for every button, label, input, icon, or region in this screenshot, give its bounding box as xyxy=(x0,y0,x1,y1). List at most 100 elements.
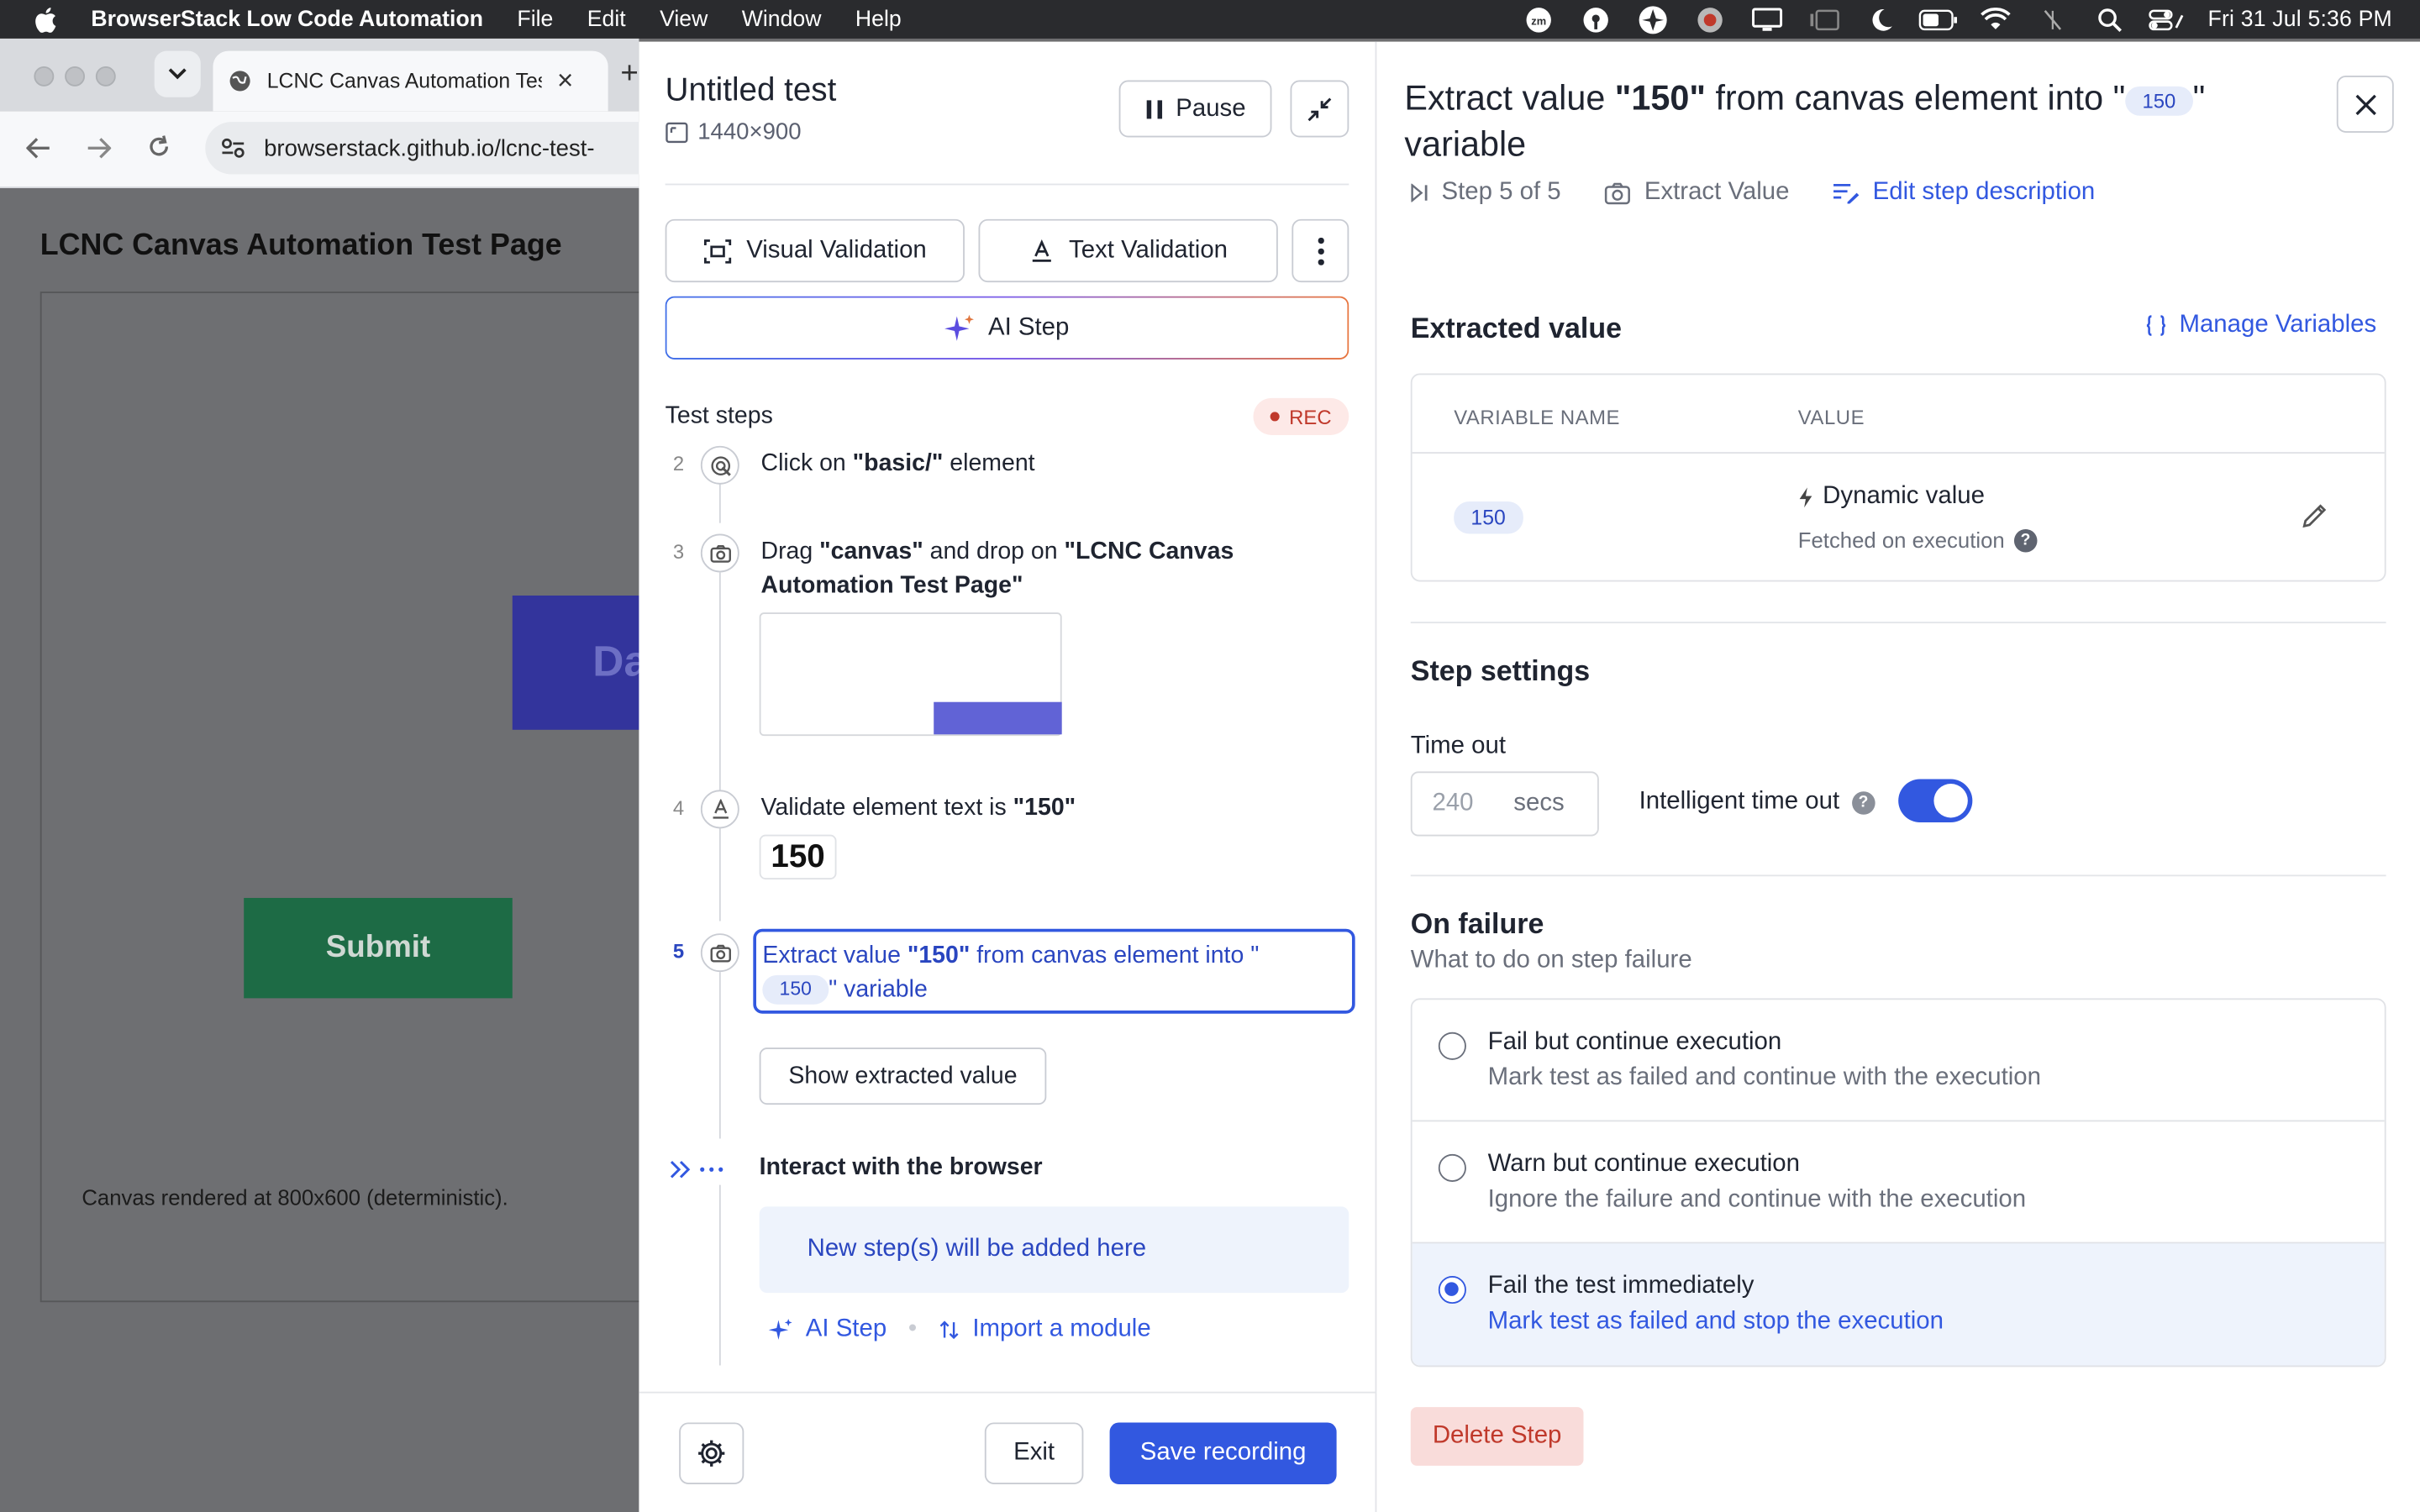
edit-variable-button[interactable] xyxy=(2302,501,2329,537)
on-failure-heading: On failure xyxy=(1410,907,1544,940)
step-type-text: Extract Value xyxy=(1644,179,1790,206)
edit-step-description-link[interactable]: Edit step description xyxy=(1833,179,2095,207)
settings-button[interactable] xyxy=(679,1422,744,1484)
title-text: from canvas element into " xyxy=(1705,78,2126,118)
page-title: LCNC Canvas Automation Test Page xyxy=(39,228,562,263)
show-extracted-value-button[interactable]: Show extracted value xyxy=(759,1047,1047,1105)
interact-heading: Interact with the browser xyxy=(759,1153,1043,1181)
variables-table: VARIABLE NAME VALUE 150 Dynamic value Fe… xyxy=(1410,373,2386,582)
spotlight-icon[interactable] xyxy=(2081,0,2139,39)
step-type: Extract Value xyxy=(1604,179,1789,207)
sparkle-icon xyxy=(944,313,975,340)
url-bar[interactable]: browserstack.github.io/lcnc-test- xyxy=(205,122,669,175)
radio-button-selected[interactable] xyxy=(1438,1275,1466,1305)
reload-icon[interactable] xyxy=(146,134,171,167)
intelligent-timeout-toggle[interactable] xyxy=(1898,779,1973,822)
display-icon[interactable] xyxy=(1739,0,1796,39)
save-recording-button[interactable]: Save recording xyxy=(1109,1422,1337,1484)
test-title[interactable]: Untitled test xyxy=(666,72,837,109)
apple-icon[interactable] xyxy=(33,5,59,33)
test-steps-heading: Test steps xyxy=(665,402,773,429)
import-module-link[interactable]: Import a module xyxy=(972,1316,1150,1344)
col-value: VALUE xyxy=(1797,406,1865,429)
menu-help[interactable]: Help xyxy=(855,7,902,31)
step-text: Click on xyxy=(760,450,853,477)
step-3[interactable]: Drag "canvas" and drop on "LCNC Canvas A… xyxy=(761,535,1302,603)
browser-tab[interactable]: LCNC Canvas Automation Test Page × xyxy=(213,50,608,112)
step-5-selected[interactable]: Extract value "150" from canvas element … xyxy=(753,928,1355,1014)
title-text: Extract value xyxy=(1404,78,1615,118)
tab-search-button[interactable] xyxy=(154,50,201,97)
forward-icon[interactable] xyxy=(87,134,112,167)
step-text: Extract value xyxy=(762,942,908,969)
zoom-icon[interactable]: zm xyxy=(1510,0,1567,39)
control-center-icon[interactable] xyxy=(2139,0,2196,39)
validated-text-preview: 150 xyxy=(759,834,837,879)
app-name[interactable]: BrowserStack Low Code Automation xyxy=(91,7,483,31)
dynamic-value: Dynamic value xyxy=(1798,483,1985,511)
step-2[interactable]: Click on "basic/" element xyxy=(761,448,1035,481)
radio-button[interactable] xyxy=(1438,1153,1466,1182)
rec-badge: REC xyxy=(1253,397,1349,435)
kebab-icon xyxy=(1317,236,1323,265)
collapse-button[interactable] xyxy=(1290,80,1349,138)
timeline-line xyxy=(718,480,721,523)
step-screenshot-thumbnail[interactable] xyxy=(759,612,1062,737)
menu-window[interactable]: Window xyxy=(742,7,822,31)
camera-icon xyxy=(700,933,739,973)
back-icon[interactable] xyxy=(25,134,50,167)
exit-button[interactable]: Exit xyxy=(984,1422,1084,1484)
window-minimize-light[interactable] xyxy=(65,66,86,87)
pause-icon xyxy=(1146,99,1162,118)
test-canvas[interactable] xyxy=(39,291,658,1303)
help-icon[interactable]: ? xyxy=(2013,528,2038,552)
stage-manager-icon[interactable] xyxy=(1796,0,1853,39)
step-number: 2 xyxy=(672,452,685,475)
wifi-icon[interactable] xyxy=(1967,0,2024,39)
step-position: Step 5 of 5 xyxy=(1411,179,1561,207)
option-fail-immediately[interactable]: Fail the test immediately Mark test as f… xyxy=(1412,1243,2385,1366)
close-details-button[interactable] xyxy=(2336,76,2394,133)
menubar-clock[interactable]: Fri 31 Jul 5:36 PM xyxy=(2208,7,2392,31)
menu-edit[interactable]: Edit xyxy=(587,7,626,31)
minimize-arrows-icon xyxy=(1307,97,1332,121)
record-icon[interactable] xyxy=(1681,0,1739,39)
step-target: "basic/" xyxy=(852,450,944,477)
radio-button[interactable] xyxy=(1438,1032,1466,1060)
site-settings-icon[interactable] xyxy=(221,137,245,159)
step-target: "150" xyxy=(907,942,971,969)
option-warn-continue[interactable]: Warn but continue execution Ignore the f… xyxy=(1412,1121,2385,1244)
bluetooth-off-icon[interactable] xyxy=(2024,0,2081,39)
help-icon[interactable]: ? xyxy=(1851,790,1876,814)
canvas-submit-button[interactable]: Submit xyxy=(244,897,513,999)
menu-file[interactable]: File xyxy=(517,7,553,31)
edit-description-icon xyxy=(1833,184,1860,204)
ai-step-link[interactable]: AI Step xyxy=(806,1316,886,1344)
close-tab-icon[interactable]: × xyxy=(557,65,573,97)
dynamic-value-text: Dynamic value xyxy=(1823,482,1985,510)
podcast-icon[interactable] xyxy=(1567,0,1624,39)
window-zoom-light[interactable] xyxy=(95,66,116,87)
variable-chip: 150 xyxy=(2125,86,2193,115)
step-target: "150" xyxy=(1013,794,1076,822)
window-close-light[interactable] xyxy=(34,66,55,87)
delete-step-button[interactable]: Delete Step xyxy=(1410,1407,1584,1466)
battery-icon[interactable] xyxy=(1910,0,1967,39)
intelligent-timeout: Intelligent time out ? xyxy=(1639,789,1876,816)
option-description: Mark test as failed and stop the executi… xyxy=(1487,1308,1944,1335)
click-icon xyxy=(700,445,739,485)
new-tab-icon[interactable]: + xyxy=(620,57,638,92)
ai-step-button[interactable]: AI Step xyxy=(666,297,1349,360)
text-validation-button[interactable]: Text Validation xyxy=(978,218,1278,283)
moon-icon[interactable] xyxy=(1853,0,1910,39)
option-fail-continue[interactable]: Fail but continue execution Mark test as… xyxy=(1412,1000,2385,1122)
menu-view[interactable]: View xyxy=(660,7,708,31)
nav-star-icon[interactable] xyxy=(1624,0,1681,39)
manage-variables-link[interactable]: Manage Variables xyxy=(2145,312,2376,339)
visual-validation-button[interactable]: Visual Validation xyxy=(665,218,965,283)
more-options-button[interactable] xyxy=(1292,218,1349,283)
table-header: VARIABLE NAME VALUE xyxy=(1412,375,2385,454)
pause-button[interactable]: Pause xyxy=(1118,80,1272,138)
step-4[interactable]: Validate element text is "150" xyxy=(761,791,1076,825)
timeout-input[interactable]: 240 secs xyxy=(1410,771,1599,837)
